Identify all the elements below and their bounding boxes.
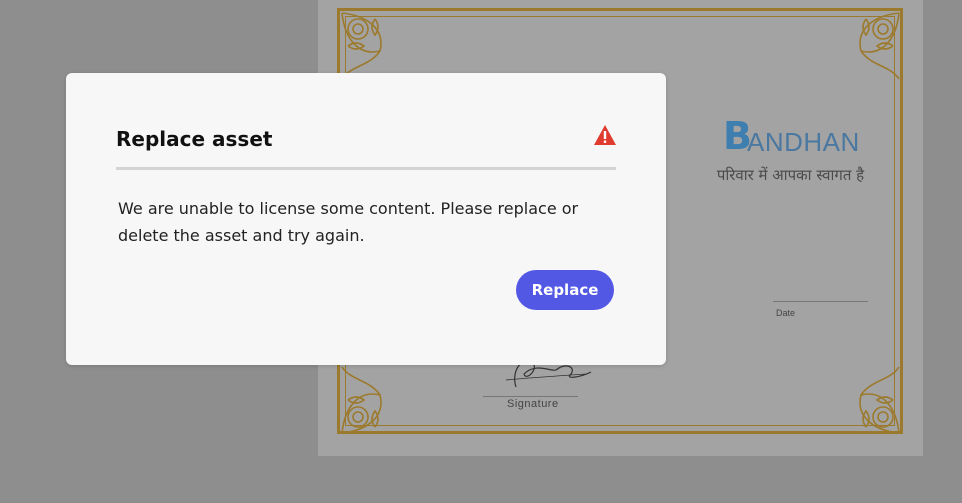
alert-icon [594,125,616,145]
dialog-message: We are unable to license some content. P… [118,199,579,245]
corner-ornament-icon [341,12,382,80]
date-line [773,301,868,302]
replace-asset-dialog: Replace asset We are unable to license s… [66,73,666,365]
corner-ornament-icon [859,366,900,434]
dialog-title: Replace asset [116,127,273,151]
logo-wordmark: ANDHAN [747,127,860,157]
corner-ornament-icon [341,366,382,434]
dialog-divider [116,167,616,170]
brand-logo: B ANDHAN [723,116,873,156]
corner-ornament-icon [859,12,900,80]
signature-line [483,396,578,397]
certificate-tagline: परिवार में आपका स्वागत है [716,166,865,184]
replace-button[interactable]: Replace [516,270,614,310]
signature-label: Signature [507,398,559,410]
date-label: Date [776,308,796,318]
